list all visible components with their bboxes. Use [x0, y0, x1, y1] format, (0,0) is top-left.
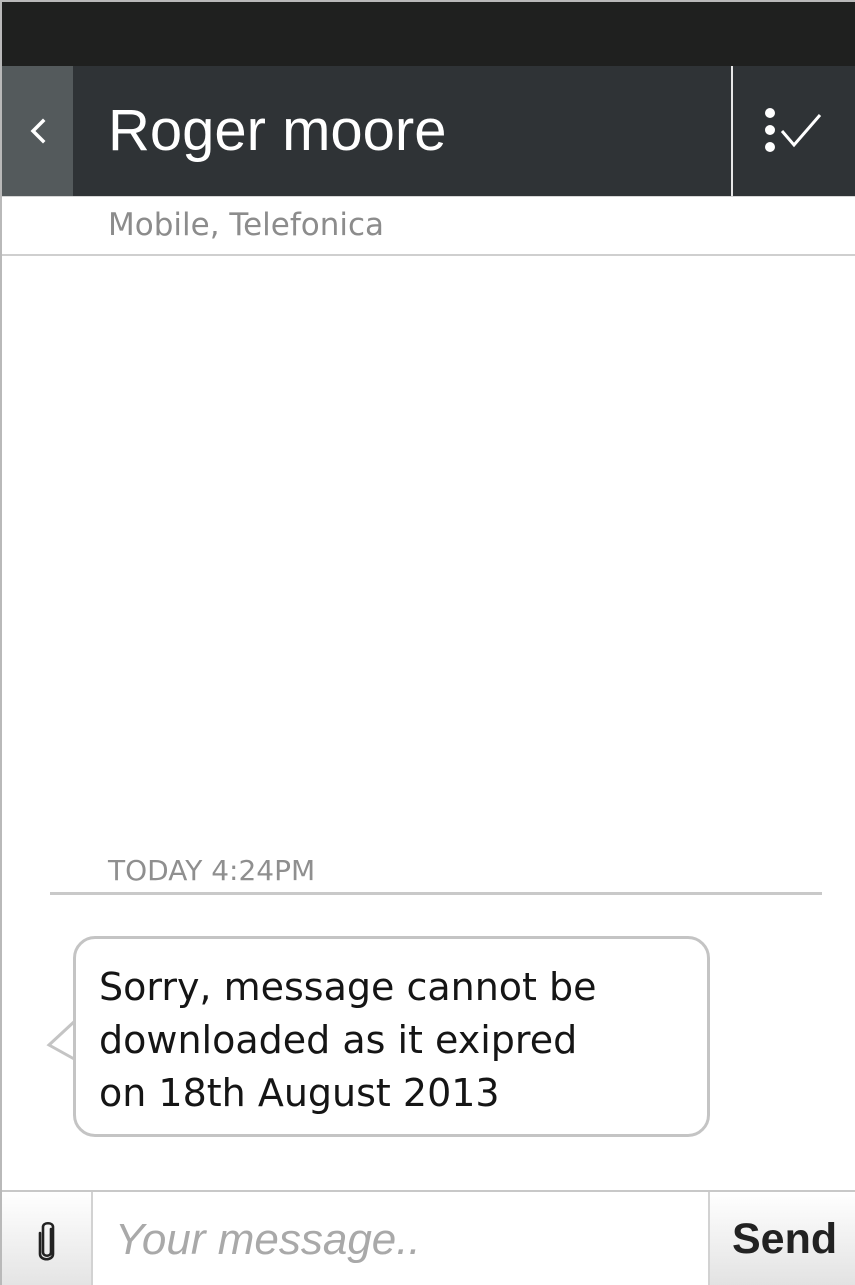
- message-composer: Send: [2, 1190, 855, 1285]
- send-button[interactable]: Send: [708, 1192, 855, 1285]
- carrier-label: Mobile, Telefonica: [108, 207, 385, 243]
- paperclip-icon: [38, 1221, 54, 1261]
- sms-screen: Roger moore Mobile, Telefonica TODAY 4:2…: [0, 0, 855, 1285]
- message-text: Sorry, message cannot be downloaded as i…: [99, 965, 597, 1115]
- conversation-header: Roger moore: [2, 66, 855, 196]
- contact-subheader: Mobile, Telefonica: [2, 196, 855, 256]
- attach-button[interactable]: [2, 1192, 93, 1285]
- back-button[interactable]: [2, 66, 73, 196]
- contact-name[interactable]: Roger moore: [108, 66, 446, 196]
- message-thread[interactable]: TODAY 4:24PM Sorry, message cannot be do…: [2, 258, 855, 1190]
- thread-timestamp: TODAY 4:24PM: [108, 854, 316, 887]
- status-bar: [2, 2, 855, 66]
- message-bubble-incoming[interactable]: Sorry, message cannot be downloaded as i…: [73, 936, 710, 1137]
- select-check-icon: [765, 108, 822, 152]
- chevron-left-icon: [30, 118, 45, 144]
- select-messages-button[interactable]: [733, 66, 855, 196]
- timestamp-divider: [50, 892, 822, 895]
- message-input[interactable]: [95, 1192, 707, 1285]
